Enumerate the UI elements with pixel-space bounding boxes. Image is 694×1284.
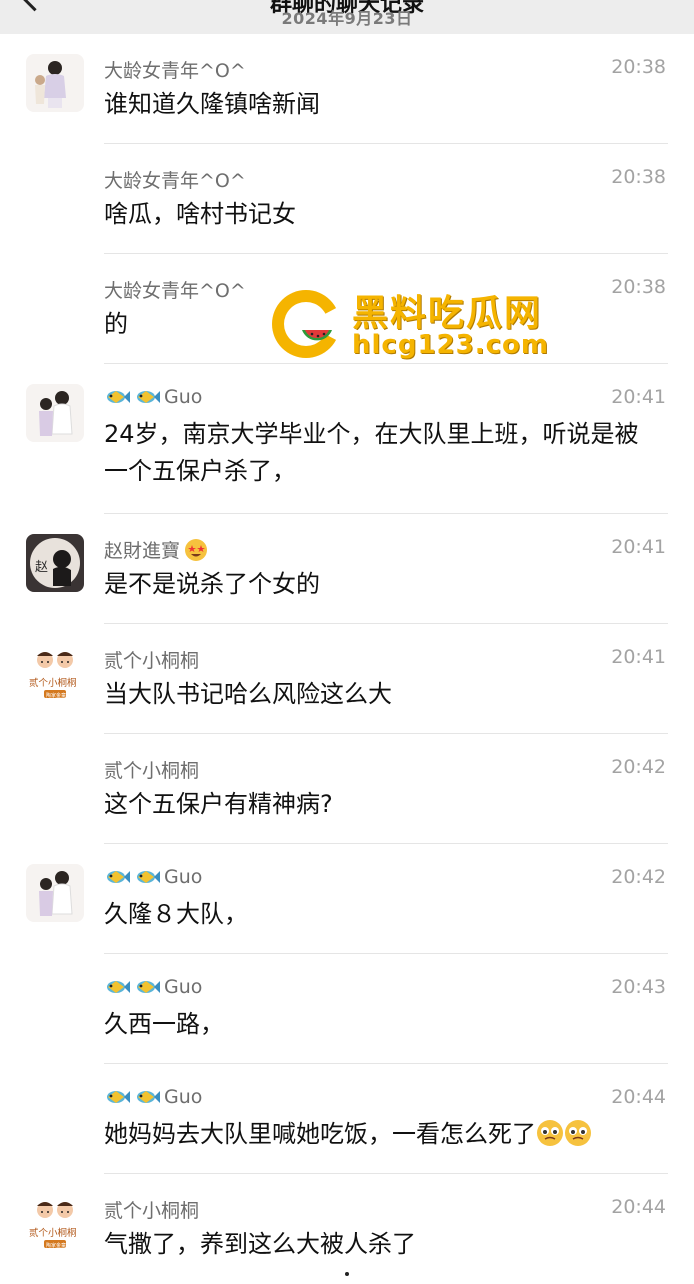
message-list: 大龄女青年^O^ 20:38 谁知道久隆镇啥新闻 大龄女青年^O^ 20:38 … [0,34,694,1284]
scroll-indicator [345,1272,349,1276]
sender-name: 大龄女青年^O^ [104,170,246,192]
avatar[interactable] [26,54,84,112]
message-time: 20:38 [611,56,666,78]
fish-emoji-icon [107,391,130,403]
star-eyes-emoji-icon [185,538,208,561]
watermark-url: hlcg123.com [352,330,549,360]
list-item[interactable]: Guo 20:44 她妈妈去大队里喊她吃饭，一看怎么死了 [0,1064,694,1174]
sender-name: Guo [104,386,202,408]
watermark-logo-icon [272,290,340,358]
fish-emoji-icon [107,871,130,883]
message-time: 20:38 [611,276,666,298]
list-item[interactable]: 贰个小桐桐 20:42 这个五保户有精神病? [0,734,694,844]
message-text: 是不是说杀了个女的 [104,570,320,598]
sender-name: Guo [104,1086,202,1108]
sender-name-text: 赵財進寶 [104,540,181,562]
avatar[interactable]: 赵 [26,534,84,592]
sender-name-text: Guo [164,976,203,998]
message-text: 谁知道久隆镇啥新闻 [104,90,320,118]
sender-name: 贰个小桐桐 [104,760,200,782]
sender-name: 赵財進寶 [104,536,208,563]
chat-date: 2024年9月23日 [281,9,413,28]
more-options-icon[interactable] [630,0,664,4]
message-text-content: 她妈妈去大队里喊她吃饭，一看怎么死了 [104,1120,536,1148]
sender-name: 大龄女青年^O^ [104,60,246,82]
message-text: 这个五保户有精神病? [104,790,333,818]
svg-text:陶家金童: 陶家金童 [46,692,66,699]
message-time: 20:42 [611,756,666,778]
fish-emoji-icon [107,1091,130,1103]
message-time: 20:44 [611,1086,666,1108]
message-time: 20:38 [611,166,666,188]
list-item[interactable]: Guo 20:43 久西一路， [0,954,694,1064]
message-time: 20:43 [611,976,666,998]
avatar[interactable] [26,864,84,922]
sender-name: 贰个小桐桐 [104,650,200,672]
message-time: 20:42 [611,866,666,888]
message-time: 20:41 [611,536,666,558]
message-text: 24岁，南京大学毕业个，在大队里上班，听说是被一个五保户杀了， [104,420,639,485]
fish-emoji-icon [107,981,130,993]
sender-name: Guo [104,866,202,888]
message-text: 啥瓜，啥村书记女 [104,200,296,228]
message-text: 气撒了，养到这么大被人杀了 [104,1230,416,1258]
svg-text:贰个小桐桐: 贰个小桐桐 [29,1227,77,1239]
list-item[interactable]: 贰个小桐桐 陶家金童 贰个小桐桐 20:44 气撒了，养到这么大被人杀了 [0,1174,694,1284]
message-text: 久隆８大队， [104,900,248,928]
cry-face-emoji-icon [565,1120,591,1146]
message-time: 20:44 [611,1196,666,1218]
watermark-title: 黑料吃瓜网 [352,293,543,334]
message-time: 20:41 [611,646,666,668]
list-item[interactable]: Guo 20:41 24岁，南京大学毕业个，在大队里上班，听说是被一个五保户杀了… [0,364,694,514]
sender-name-text: Guo [164,1086,203,1108]
message-text: 久西一路， [104,1010,224,1038]
list-item[interactable]: 赵 赵財進寶 20:41 是不是说杀了个女的 [0,514,694,624]
list-item[interactable]: 贰个小桐桐 陶家金童 贰个小桐桐 20:41 当大队书记哈么风险这么大 [0,624,694,734]
list-item[interactable]: Guo 20:42 久隆８大队， [0,844,694,954]
fish-emoji-icon [137,871,160,883]
sender-name: Guo [104,976,202,998]
message-text: 当大队书记哈么风险这么大 [104,680,392,708]
fish-emoji-icon [137,981,160,993]
fish-emoji-icon [137,391,160,403]
avatar[interactable] [26,384,84,442]
list-item[interactable]: 大龄女青年^O^ 20:38 啥瓜，啥村书记女 [0,144,694,254]
chat-header: 群聊的聊天记录 2024年9月23日 [0,0,694,34]
avatar[interactable]: 贰个小桐桐 陶家金童 [26,644,84,702]
message-time: 20:41 [611,386,666,408]
avatar[interactable]: 贰个小桐桐 陶家金童 [26,1194,84,1252]
cry-face-emoji-icon [537,1120,563,1146]
svg-text:赵: 赵 [35,560,48,575]
sender-name-text: Guo [164,386,203,408]
sender-name: 贰个小桐桐 [104,1200,200,1222]
svg-text:贰个小桐桐: 贰个小桐桐 [29,677,77,689]
sender-name: 大龄女青年^O^ [104,280,246,302]
sender-name-text: Guo [164,866,203,888]
message-text: 她妈妈去大队里喊她吃饭，一看怎么死了 [104,1116,654,1153]
fish-emoji-icon [137,1091,160,1103]
watermark: 黑料吃瓜网 hlcg123.com [268,284,568,364]
svg-text:陶家金童: 陶家金童 [46,1242,66,1249]
list-item[interactable]: 大龄女青年^O^ 20:38 谁知道久隆镇啥新闻 [0,34,694,144]
